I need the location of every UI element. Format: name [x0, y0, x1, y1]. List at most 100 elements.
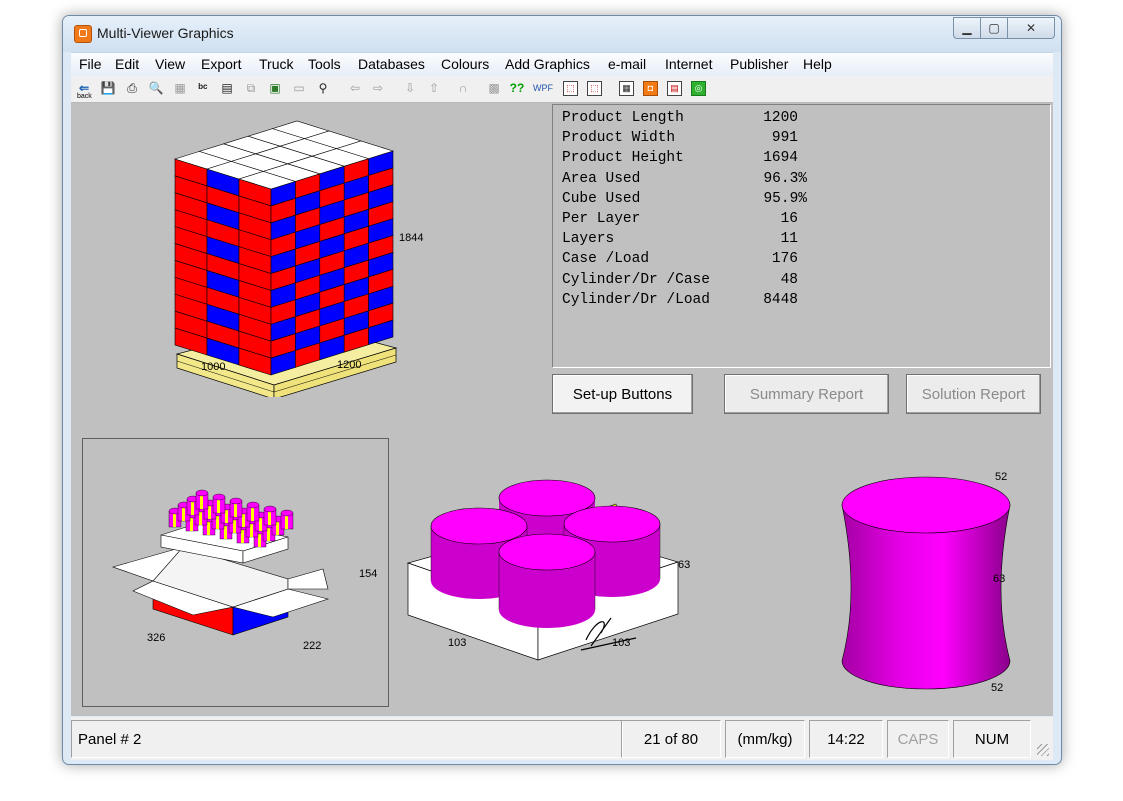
- cylinder-top-label: 52: [995, 471, 1007, 483]
- wpf-icon[interactable]: WPF: [532, 80, 554, 96]
- app-window: Multi-Viewer Graphics ▁ ▢ ✕ File Edit Vi…: [62, 15, 1062, 765]
- panel-icon[interactable]: ▭: [291, 80, 307, 96]
- status-units: (mm/kg): [725, 720, 805, 758]
- close-button[interactable]: ✕: [1007, 17, 1055, 39]
- setup-buttons-button[interactable]: Set-up Buttons: [552, 374, 693, 414]
- menu-colours[interactable]: Colours: [441, 56, 489, 72]
- status-bar: Panel # 2 21 of 80 (mm/kg) 14:22 CAPS NU…: [71, 717, 1053, 760]
- menu-email[interactable]: e-mail: [608, 56, 646, 72]
- menu-publisher[interactable]: Publisher: [730, 56, 788, 72]
- toolbar: ⇐ back 💾 ⎙ 🔍 ▦ ᵇᶜ ▤ ⧉ ▣ ▭ ⚲ ⇦ ⇨ ⇩ ⇧ ∩ ▩ …: [71, 76, 1053, 103]
- menu-tools[interactable]: Tools: [308, 56, 341, 72]
- tray-height-label: 63: [678, 559, 690, 571]
- zoom-icon[interactable]: ⚲: [315, 80, 331, 96]
- cylinder-height-label: 63: [993, 573, 1006, 585]
- summary-label: Product Length: [562, 110, 684, 126]
- window-controls: ▁ ▢ ✕: [953, 17, 1055, 39]
- pallet-height-label: 1844: [399, 232, 423, 244]
- green-circle-icon[interactable]: ◎: [691, 81, 706, 96]
- document-icon[interactable]: ▤: [219, 80, 235, 96]
- case-width-label: 326: [147, 632, 165, 644]
- stack-left-face: [174, 158, 272, 376]
- arrow-up-icon[interactable]: ⇧: [426, 80, 442, 96]
- cylinder-top: [841, 476, 1011, 534]
- menu-internet[interactable]: Internet: [665, 56, 712, 72]
- text-icon[interactable]: ᵇᶜ: [195, 80, 211, 96]
- menu-view[interactable]: View: [155, 56, 185, 72]
- window-title: Multi-Viewer Graphics: [97, 25, 234, 41]
- summary-value: 48: [780, 272, 798, 288]
- client-area: 1844 1000 1200 Product Length 1200 Produc…: [71, 103, 1053, 716]
- menu-export[interactable]: Export: [201, 56, 241, 72]
- menu-help[interactable]: Help: [803, 56, 832, 72]
- summary-label: Cube Used: [562, 191, 641, 207]
- summary-label: Area Used: [562, 171, 641, 187]
- table-icon[interactable]: ▦: [619, 81, 634, 96]
- cylinder-view[interactable]: 52 52: [771, 465, 1011, 705]
- status-time: 14:22: [809, 720, 883, 758]
- summary-report-button[interactable]: Summary Report: [724, 374, 889, 414]
- grid-icon[interactable]: ▩: [486, 80, 502, 96]
- menu-edit[interactable]: Edit: [115, 56, 139, 72]
- summary-label: Product Height: [562, 150, 684, 166]
- case-height-label: 154: [359, 568, 377, 580]
- status-panel: Panel # 2: [71, 720, 623, 758]
- maximize-button[interactable]: ▢: [980, 17, 1008, 39]
- report-icon[interactable]: ▤: [667, 81, 682, 96]
- app-icon: [74, 25, 92, 43]
- tray-cylinder-front: [498, 533, 596, 628]
- summary-panel: Product Length 1200 Product Width 991 Prod…: [552, 104, 1051, 368]
- title-bar[interactable]: Multi-Viewer Graphics ▁ ▢ ✕: [63, 16, 1061, 52]
- rotate-icon[interactable]: ∩: [455, 80, 471, 96]
- summary-label: Case /Load: [562, 251, 650, 267]
- menu-bar: File Edit View Export Truck Tools Databa…: [71, 52, 1053, 76]
- summary-value: 95.9%: [763, 191, 807, 207]
- case-view-panel[interactable]: 154 326 222: [82, 438, 389, 707]
- summary-value: 991: [771, 130, 798, 146]
- pdf-icon[interactable]: ⬚: [563, 81, 578, 96]
- save-icon[interactable]: 💾: [100, 80, 116, 96]
- layout-icon[interactable]: ▦: [172, 80, 188, 96]
- arrow-left-icon[interactable]: ⇦: [347, 80, 363, 96]
- print-preview-icon[interactable]: 🔍: [148, 80, 164, 96]
- pallet-length-label: 1200: [337, 359, 361, 371]
- image-icon[interactable]: ▣: [267, 80, 283, 96]
- summary-value: 1694: [763, 150, 798, 166]
- summary-value: 8448: [763, 292, 798, 308]
- tray-view[interactable]: 63 103 103: [396, 468, 716, 708]
- case-depth-label: 222: [303, 640, 321, 652]
- menu-truck[interactable]: Truck: [259, 56, 293, 72]
- arrow-right-icon[interactable]: ⇨: [370, 80, 386, 96]
- orange-cube-icon[interactable]: ◘: [643, 81, 658, 96]
- summary-label: Per Layer: [562, 211, 641, 227]
- case-view: 154 326 222: [112, 489, 377, 652]
- summary-value: 16: [780, 211, 798, 227]
- copy-icon[interactable]: ⧉: [243, 80, 259, 96]
- minimize-button[interactable]: ▁: [953, 17, 981, 39]
- back-label: back: [77, 93, 92, 100]
- menu-add-graphics[interactable]: Add Graphics: [505, 56, 590, 72]
- status-caps: CAPS: [887, 720, 949, 758]
- pallet-width-label: 1000: [201, 361, 225, 373]
- help-icon[interactable]: ??: [509, 80, 525, 96]
- pdf-export-icon[interactable]: ⬚: [587, 81, 602, 96]
- resize-grip-icon[interactable]: [1037, 744, 1049, 756]
- summary-label: Product Width: [562, 130, 676, 146]
- print-icon[interactable]: ⎙: [124, 80, 140, 96]
- menu-databases[interactable]: Databases: [358, 56, 425, 72]
- summary-value: 1200: [763, 110, 798, 126]
- summary-value: 96.3%: [763, 171, 807, 187]
- tray-left-label: 103: [448, 637, 466, 649]
- menu-file[interactable]: File: [79, 56, 102, 72]
- summary-value: 176: [771, 251, 798, 267]
- pallet-load-view[interactable]: 1844 1000 1200: [171, 117, 471, 397]
- solution-report-button[interactable]: Solution Report: [906, 374, 1041, 414]
- stack-right-face: [270, 150, 394, 376]
- cylinder-bottom-label: 52: [991, 682, 1003, 694]
- summary-label: Cylinder/Dr /Load: [562, 292, 710, 308]
- tray-right-label: 103: [612, 637, 630, 649]
- summary-label: Layers: [562, 231, 615, 247]
- status-page: 21 of 80: [621, 720, 721, 758]
- arrow-down-icon[interactable]: ⇩: [402, 80, 418, 96]
- summary-label: Cylinder/Dr /Case: [562, 272, 710, 288]
